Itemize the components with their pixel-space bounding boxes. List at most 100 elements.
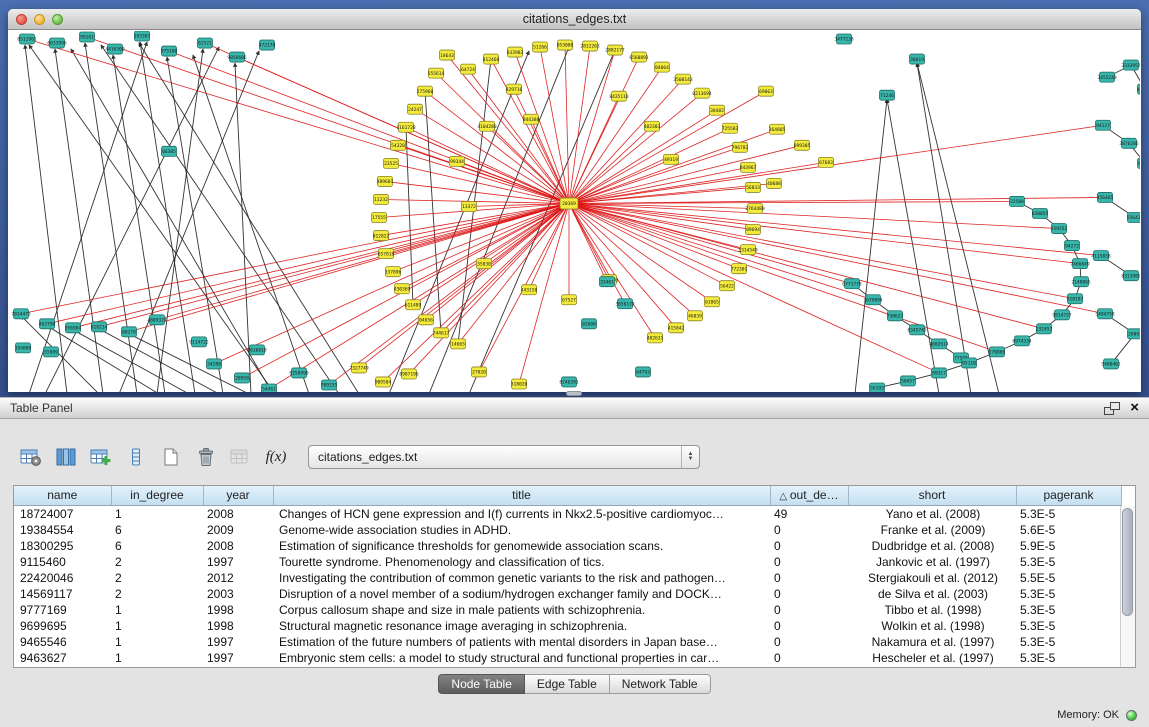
close-window-button[interactable] — [16, 14, 27, 25]
combo-stepper-icon: ▲ ▼ — [681, 446, 699, 468]
svg-text:356984: 356984 — [65, 326, 82, 332]
table-row[interactable]: 2242004622012Investigating the contribut… — [14, 570, 1121, 586]
delete-table-icon[interactable] — [191, 442, 221, 472]
cell-out_degree: 0 — [770, 570, 848, 586]
svg-text:812468: 812468 — [483, 57, 500, 63]
table-scrollbar[interactable] — [1120, 506, 1135, 667]
float-panel-icon[interactable] — [1104, 402, 1120, 415]
cell-out_degree: 0 — [770, 538, 848, 554]
table-row[interactable]: 977716911998Corpus callosum shape and si… — [14, 602, 1121, 618]
table-row[interactable]: 946362711997Embryonic stem cells: a mode… — [14, 650, 1121, 666]
cell-out_degree: 0 — [770, 650, 848, 666]
svg-text:54461: 54461 — [262, 387, 276, 392]
cell-out_degree: 0 — [770, 554, 848, 570]
svg-text:8435118: 8435118 — [609, 94, 629, 100]
cell-title: Genome-wide association studies in ADHD. — [273, 522, 770, 538]
svg-text:555614: 555614 — [428, 71, 445, 77]
svg-text:6771778: 6771778 — [842, 281, 862, 287]
cell-pagerank: 5.3E-5 — [1016, 634, 1121, 650]
svg-text:27020: 27020 — [472, 370, 486, 376]
column-header-name[interactable]: name — [14, 486, 111, 505]
svg-text:364805: 364805 — [769, 127, 786, 133]
table-row[interactable]: 911546021997Tourette syndrome. Phenomeno… — [14, 554, 1121, 570]
svg-text:38482: 38482 — [710, 108, 724, 114]
new-column-icon[interactable] — [121, 442, 151, 472]
cell-name: 9699695 — [14, 618, 111, 634]
svg-text:7014473: 7014473 — [11, 311, 31, 317]
cell-year: 1998 — [203, 618, 273, 634]
svg-text:482303: 482303 — [644, 124, 661, 130]
table-row[interactable]: 1830029562008Estimation of significance … — [14, 538, 1121, 554]
svg-text:4809324: 4809324 — [147, 317, 167, 323]
table-row[interactable]: 946554611997Estimation of the future num… — [14, 634, 1121, 650]
svg-text:06305: 06305 — [162, 149, 176, 155]
new-table-icon[interactable] — [156, 442, 186, 472]
column-header-pagerank[interactable]: pagerank — [1016, 486, 1121, 505]
svg-text:415842: 415842 — [668, 326, 685, 332]
svg-text:67527: 67527 — [562, 297, 576, 303]
cell-title: Estimation of significance thresholds fo… — [273, 538, 770, 554]
svg-text:3333957: 3333957 — [1121, 63, 1140, 69]
cell-out_degree: 0 — [770, 522, 848, 538]
network-graph-area[interactable]: 1864355561427596024247116172854320235254… — [9, 31, 1140, 392]
window-titlebar[interactable]: citations_edges.txt — [8, 9, 1141, 30]
cell-year: 1998 — [203, 602, 273, 618]
cell-short: Nakamura et al. (1997) — [848, 634, 1016, 650]
svg-text:2812263: 2812263 — [580, 44, 600, 50]
svg-text:796782: 796782 — [732, 145, 749, 151]
network-view-window: citations_edges.txt 18643555614275960242… — [8, 9, 1141, 392]
column-header-short[interactable]: short — [848, 486, 1016, 505]
close-panel-icon[interactable]: × — [1130, 401, 1139, 415]
cell-out_degree: 49 — [770, 505, 848, 522]
cell-year: 2003 — [203, 586, 273, 602]
svg-text:22508: 22508 — [1010, 199, 1024, 205]
column-header-in_degree[interactable]: in_degree — [111, 486, 203, 505]
svg-text:5494758: 5494758 — [1095, 311, 1115, 317]
svg-text:24247: 24247 — [408, 107, 422, 113]
svg-text:9814727: 9814727 — [1052, 312, 1072, 318]
svg-text:89694: 89694 — [746, 227, 760, 233]
network-canvas[interactable]: 1864355561427596024247116172854320235254… — [9, 31, 1140, 392]
svg-text:038055: 038055 — [1032, 211, 1049, 217]
cell-title: Embryonic stem cells: a model to study s… — [273, 650, 770, 666]
svg-text:3477238: 3477238 — [834, 37, 854, 43]
cell-out_degree: 0 — [770, 602, 848, 618]
cell-short: Yano et al. (2008) — [848, 505, 1016, 522]
column-header-out_degree[interactable]: △ out_de… — [770, 486, 848, 505]
tab-node-table[interactable]: Node Table — [438, 674, 525, 694]
svg-text:18643: 18643 — [440, 53, 454, 59]
cell-year: 2008 — [203, 538, 273, 554]
tab-edge-table[interactable]: Edge Table — [525, 674, 610, 694]
table-row[interactable]: 1456911722003Disruption of a novel membe… — [14, 586, 1121, 602]
table-row[interactable]: 969969511998Structural magnetic resonanc… — [14, 618, 1121, 634]
cell-short: Tibbo et al. (1998) — [848, 602, 1016, 618]
column-header-title[interactable]: title — [273, 486, 770, 505]
table-panel-header: Table Panel × — [0, 397, 1149, 419]
svg-text:456465: 456465 — [1097, 195, 1114, 201]
table-edit-icon[interactable] — [86, 442, 116, 472]
panel-divider-handle[interactable] — [566, 391, 582, 396]
scrollbar-thumb[interactable] — [1122, 508, 1133, 616]
svg-text:194809: 194809 — [15, 346, 32, 352]
column-header-year[interactable]: year — [203, 486, 273, 505]
cell-out_degree: 0 — [770, 634, 848, 650]
svg-text:772301: 772301 — [731, 266, 748, 272]
cell-pagerank: 5.3E-5 — [1016, 618, 1121, 634]
svg-text:6560891: 6560891 — [629, 55, 649, 61]
tab-network-table[interactable]: Network Table — [610, 674, 711, 694]
svg-text:67683: 67683 — [819, 160, 833, 166]
table-settings-icon[interactable] — [16, 442, 46, 472]
minimize-window-button[interactable] — [34, 14, 45, 25]
svg-text:8246391: 8246391 — [559, 380, 579, 386]
table-row[interactable]: 1872400712008Changes of HCN gene express… — [14, 505, 1121, 522]
svg-text:0633996: 0633996 — [47, 41, 67, 47]
svg-text:69063: 69063 — [759, 89, 773, 95]
function-builder-icon[interactable]: f(x) — [261, 442, 291, 472]
table-selector-dropdown[interactable]: citations_edges.txt ▲ ▼ — [308, 445, 700, 469]
svg-text:55989: 55989 — [44, 350, 58, 356]
svg-text:13372: 13372 — [462, 204, 476, 210]
column-visibility-icon[interactable] — [51, 442, 81, 472]
cell-title: Investigating the contribution of common… — [273, 570, 770, 586]
zoom-window-button[interactable] — [52, 14, 63, 25]
table-row[interactable]: 1938455462009Genome-wide association stu… — [14, 522, 1121, 538]
